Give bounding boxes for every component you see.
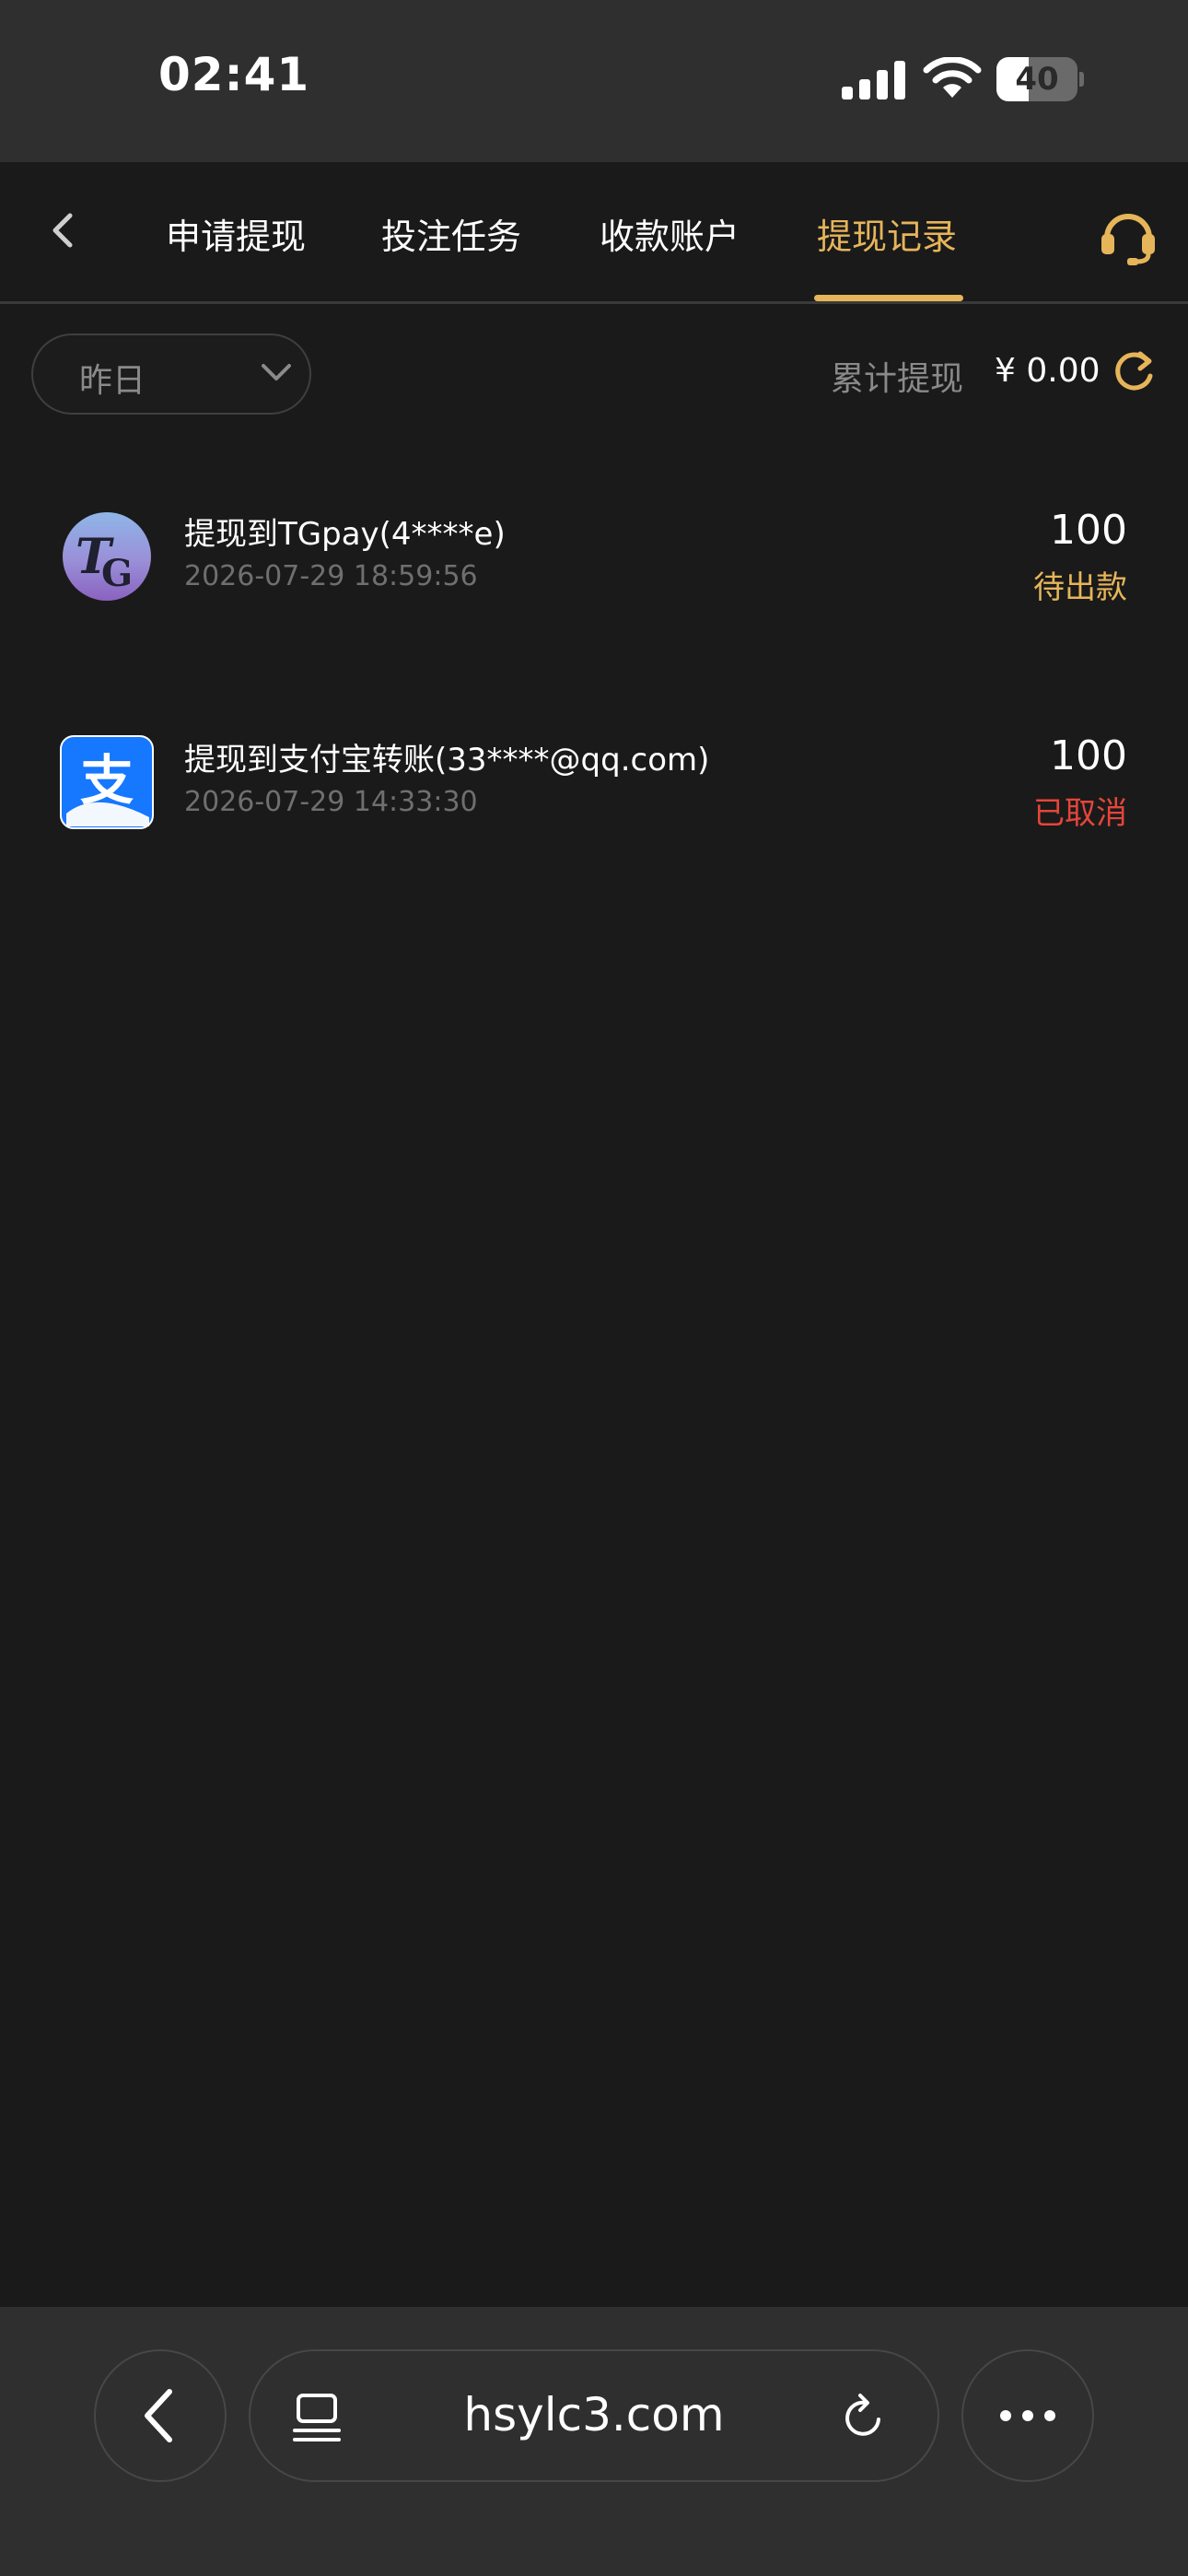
reload-icon[interactable]	[838, 2392, 890, 2443]
tab-receiving-accounts[interactable]: 收款账户	[600, 208, 740, 259]
tab-apply-withdrawal[interactable]: 申请提现	[166, 208, 306, 259]
svg-text:支: 支	[80, 749, 134, 812]
status-bar: 02:41 40	[0, 0, 1188, 162]
record-amount: 100	[1050, 507, 1127, 554]
cellular-signal-icon	[842, 61, 905, 100]
browser-back-button[interactable]	[94, 2349, 227, 2482]
tab-navigation: 申请提现 投注任务 收款账户 提现记录	[0, 162, 1188, 304]
total-withdrawal-amount: ¥ 0.00	[995, 352, 1101, 390]
headset-icon[interactable]	[1096, 203, 1160, 267]
date-range-value: 昨日	[79, 362, 146, 400]
more-options-button[interactable]	[961, 2349, 1094, 2482]
wifi-icon	[923, 57, 982, 98]
tab-betting-tasks[interactable]: 投注任务	[381, 208, 521, 259]
list-item[interactable]: 支 提现到支付宝转账(33****@qq.com) 2026-07-29 14:…	[0, 732, 1188, 900]
record-time: 2026-07-29 18:59:56	[184, 560, 478, 592]
record-time: 2026-07-29 14:33:30	[184, 786, 478, 818]
record-amount: 100	[1050, 732, 1127, 779]
battery-indicator: 40	[996, 57, 1084, 101]
active-tab-indicator	[814, 295, 963, 301]
tab-withdrawal-records[interactable]: 提现记录	[817, 208, 957, 259]
battery-level: 40	[1015, 61, 1059, 98]
chevron-left-icon	[145, 2389, 172, 2442]
url-text: hsylc3.com	[463, 2388, 725, 2441]
status-time: 02:41	[158, 48, 310, 101]
record-status: 已取消	[1033, 795, 1127, 832]
more-dots-icon	[1000, 2410, 1055, 2421]
record-status: 待出款	[1033, 569, 1127, 606]
record-title: 提现到TGpay(4****e)	[184, 516, 506, 553]
total-withdrawal-label: 累计提现	[831, 360, 964, 398]
date-range-select[interactable]: 昨日	[31, 334, 311, 415]
browser-toolbar: hsylc3.com	[0, 2307, 1188, 2576]
chevron-down-icon	[262, 364, 291, 381]
list-item[interactable]: T G 提现到TGpay(4****e) 2026-07-29 18:59:56…	[0, 507, 1188, 674]
record-title: 提现到支付宝转账(33****@qq.com)	[184, 742, 710, 779]
address-bar[interactable]: hsylc3.com	[249, 2349, 939, 2482]
refresh-icon[interactable]	[1111, 348, 1157, 394]
tgpay-logo-icon: T G	[63, 512, 151, 601]
svg-text:G: G	[101, 552, 133, 595]
alipay-logo-icon: 支	[60, 735, 154, 829]
chevron-left-icon[interactable]	[35, 203, 90, 258]
